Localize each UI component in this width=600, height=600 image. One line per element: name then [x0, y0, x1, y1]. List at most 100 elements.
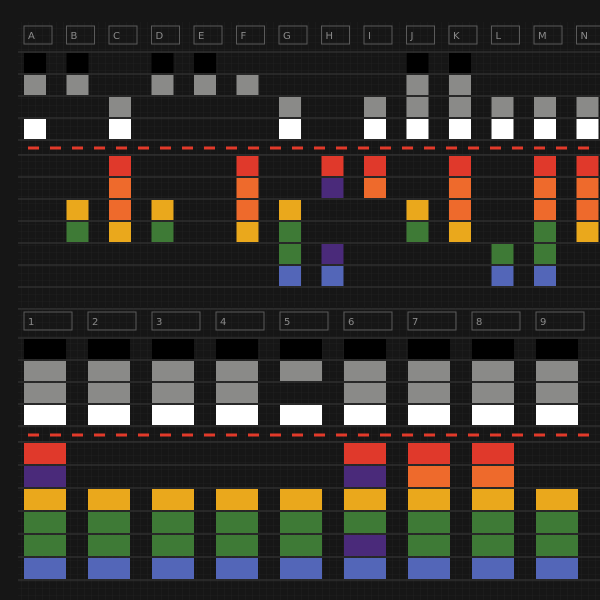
top-block-n-white	[576, 119, 599, 139]
top-fine-grid	[18, 22, 600, 307]
top-block-k-orange	[449, 200, 471, 220]
bottom-block-2-gray	[88, 383, 130, 403]
bottom-block-2-blue	[88, 558, 130, 579]
top-block-m-orange	[534, 200, 556, 220]
top-block-d-gray	[151, 75, 174, 95]
top-block-d-yellow	[151, 200, 174, 220]
top-header-label: H	[326, 31, 334, 42]
grid-drawing: A B C D E F G H I J K L M N 1 2 3 4 5 6 7 8 9	[0, 0, 600, 600]
bottom-block-3-black	[152, 339, 194, 359]
top-header-label: C	[113, 31, 120, 42]
top-block-j-gray	[406, 97, 429, 117]
top-block-m-white	[534, 119, 556, 139]
top-block-h-purple	[321, 178, 344, 198]
top-header-label: N	[581, 31, 588, 42]
bottom-block-1-blue	[24, 558, 66, 579]
bottom-block-7-orange	[408, 466, 450, 487]
top-block-k-gray	[449, 97, 471, 117]
bottom-block-7-blue	[408, 558, 450, 579]
top-block-h-red	[321, 156, 344, 176]
bottom-block-5-green	[280, 535, 322, 556]
top-block-n-yellow	[576, 222, 599, 242]
top-block-m-blue	[534, 266, 556, 286]
top-block-j-yellow	[406, 200, 429, 220]
top-block-c-red	[109, 156, 131, 176]
bottom-block-4-white	[216, 405, 258, 425]
bottom-block-2-gray	[88, 361, 130, 381]
top-block-c-orange	[109, 178, 131, 198]
bottom-block-3-blue	[152, 558, 194, 579]
bottom-header-label: 3	[156, 317, 162, 328]
top-block-g-white	[279, 119, 301, 139]
top-block-h-blue	[321, 266, 344, 286]
bottom-block-8-green	[472, 535, 514, 556]
bottom-block-6-purple	[344, 535, 386, 556]
top-header-label: J	[410, 31, 414, 42]
top-block-g-gray	[279, 97, 301, 117]
bottom-block-1-green	[24, 512, 66, 533]
bottom-block-4-blue	[216, 558, 258, 579]
bottom-block-2-green	[88, 512, 130, 533]
bottom-block-1-black	[24, 339, 66, 359]
bottom-block-8-red	[472, 443, 514, 464]
bottom-block-3-yellow	[152, 489, 194, 510]
bottom-block-5-yellow	[280, 489, 322, 510]
bottom-header-label: 8	[476, 317, 482, 328]
top-block-d-black	[151, 53, 174, 73]
bottom-block-9-gray	[536, 383, 578, 403]
top-block-n-red	[576, 156, 599, 176]
top-block-a-black	[24, 53, 46, 73]
bottom-block-1-yellow	[24, 489, 66, 510]
bottom-block-4-green	[216, 512, 258, 533]
top-block-f-orange	[236, 200, 259, 220]
top-block-g-green	[279, 222, 301, 242]
bottom-block-4-yellow	[216, 489, 258, 510]
bottom-block-8-yellow	[472, 489, 514, 510]
top-block-c-yellow	[109, 222, 131, 242]
top-block-b-black	[66, 53, 89, 73]
top-block-e-black	[194, 53, 216, 73]
bottom-block-1-white	[24, 405, 66, 425]
top-header-label: F	[241, 31, 247, 42]
bottom-block-2-green	[88, 535, 130, 556]
bottom-header-label: 5	[284, 317, 290, 328]
bottom-block-9-green	[536, 512, 578, 533]
bottom-header-label: 9	[540, 317, 546, 328]
top-header-label: L	[496, 31, 502, 42]
top-block-c-gray	[109, 97, 131, 117]
top-block-e-gray	[194, 75, 216, 95]
top-header-label: M	[538, 31, 547, 42]
top-block-i-white	[364, 119, 386, 139]
top-block-j-green	[406, 222, 429, 242]
top-block-k-orange	[449, 178, 471, 198]
bottom-block-6-white	[344, 405, 386, 425]
top-block-j-black	[406, 53, 429, 73]
top-block-b-green	[66, 222, 89, 242]
top-block-m-red	[534, 156, 556, 176]
bottom-block-7-gray	[408, 383, 450, 403]
bottom-block-1-purple	[24, 466, 66, 487]
top-block-c-orange	[109, 200, 131, 220]
bottom-block-3-gray	[152, 383, 194, 403]
top-block-m-green	[534, 222, 556, 242]
bottom-header-label: 1	[28, 317, 34, 328]
bottom-block-6-red	[344, 443, 386, 464]
bottom-block-6-gray	[344, 361, 386, 381]
top-block-g-blue	[279, 266, 301, 286]
bottom-block-9-yellow	[536, 489, 578, 510]
bottom-block-6-green	[344, 512, 386, 533]
top-block-k-red	[449, 156, 471, 176]
bottom-block-3-white	[152, 405, 194, 425]
bottom-block-8-black	[472, 339, 514, 359]
bottom-block-8-green	[472, 512, 514, 533]
bottom-block-7-gray	[408, 361, 450, 381]
bottom-block-2-black	[88, 339, 130, 359]
top-block-k-yellow	[449, 222, 471, 242]
top-block-n-orange	[576, 200, 599, 220]
bottom-block-3-gray	[152, 361, 194, 381]
bottom-block-7-green	[408, 535, 450, 556]
top-block-m-gray	[534, 97, 556, 117]
top-block-k-black	[449, 53, 471, 73]
bottom-block-7-white	[408, 405, 450, 425]
top-block-b-yellow	[66, 200, 89, 220]
